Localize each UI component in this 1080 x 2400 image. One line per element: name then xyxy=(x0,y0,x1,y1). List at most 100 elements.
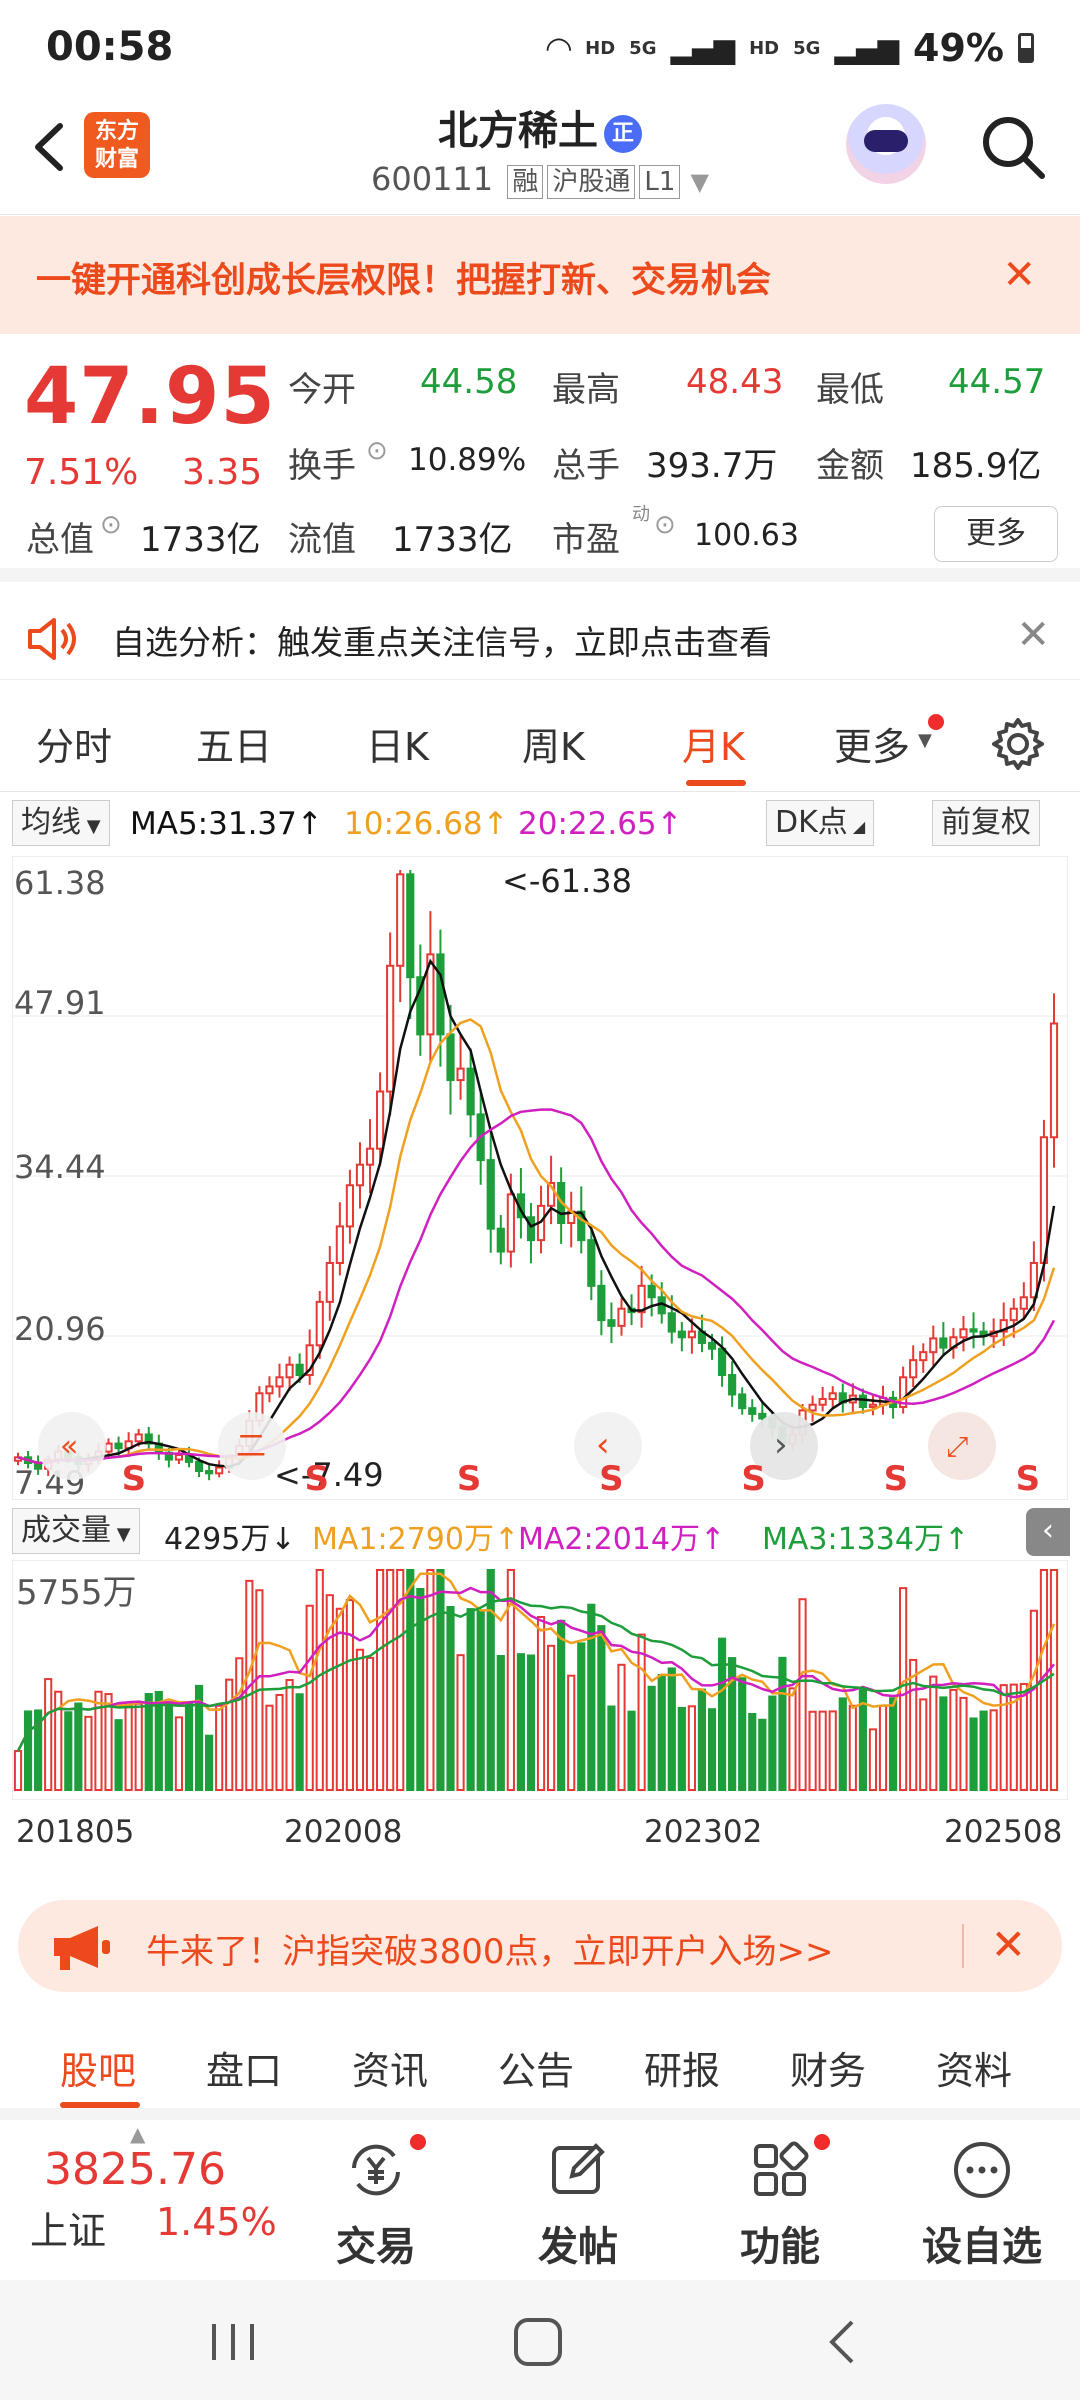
tab-five-day[interactable]: 五日 xyxy=(196,716,272,771)
home-icon[interactable] xyxy=(512,2316,564,2368)
turnover-value: 10.89% xyxy=(408,442,527,478)
function-button[interactable]: 功能 xyxy=(700,2130,860,2270)
add-watchlist-button[interactable]: 设自选 xyxy=(902,2130,1062,2270)
candle-body xyxy=(436,953,445,1036)
notification-dot xyxy=(928,714,944,730)
volume-bar xyxy=(697,1688,707,1792)
candle-body xyxy=(808,1403,817,1412)
index-up-icon: ▲ xyxy=(130,2122,146,2146)
dropdown-triangle-icon: ▼ xyxy=(690,168,710,196)
candle-body xyxy=(667,1312,676,1333)
function-label: 功能 xyxy=(740,2224,820,2270)
candle-body xyxy=(275,1376,284,1388)
adjust-button[interactable]: 前复权 xyxy=(932,800,1040,846)
zoom-out-icon: 二 xyxy=(236,1429,266,1464)
bull-banner[interactable]: 牛来了！沪指突破3800点，立即开户入场>> ✕ xyxy=(18,1900,1062,1992)
volume-bar xyxy=(949,1688,958,1791)
volume-bar xyxy=(748,1712,757,1791)
tab-more[interactable]: 更多 xyxy=(834,716,910,771)
collapse-panel-icon[interactable]: ‹ xyxy=(1026,1508,1070,1556)
promo-banner[interactable]: 一键开通科创成长层权限！把握打新、交易机会 ✕ xyxy=(0,216,1080,334)
volume-bar xyxy=(959,1696,968,1791)
5g-label-2: 5G xyxy=(793,37,821,59)
info-icon[interactable]: ⊙ xyxy=(366,436,388,466)
tag-connect: 沪股通 xyxy=(547,165,636,199)
ma10-value: 10:26.68↑ xyxy=(344,806,509,842)
volume-bar xyxy=(74,1702,83,1791)
volume-bar xyxy=(205,1734,214,1792)
volume-bar xyxy=(627,1710,636,1791)
candle-body xyxy=(687,1330,696,1339)
trade-button[interactable]: 交易 xyxy=(296,2130,456,2270)
volume-bar xyxy=(1019,1682,1028,1791)
volume-bar xyxy=(466,1608,475,1791)
hd-label-1: HD xyxy=(585,37,616,59)
settings-gear-icon[interactable] xyxy=(990,716,1046,772)
back-nav-icon[interactable] xyxy=(822,2318,862,2366)
volume-bar xyxy=(406,1569,415,1791)
volume-bar xyxy=(738,1677,747,1791)
candle-body xyxy=(858,1394,867,1409)
candle-body xyxy=(265,1385,274,1395)
volume-bar xyxy=(677,1706,686,1791)
volume-bar xyxy=(345,1599,355,1792)
info-icon[interactable]: ⊙ xyxy=(654,510,676,540)
candle-body xyxy=(396,873,405,967)
kline-chart[interactable]: 61.38 47.91 34.44 20.96 7.49 <-61.38 <-7… xyxy=(12,856,1068,1500)
recent-apps-icon[interactable] xyxy=(206,2320,260,2364)
signal-bar[interactable]: 自选分析：触发重点关注信号，立即点击查看 ✕ xyxy=(0,596,1080,680)
status-bar: 00:58 ◠ HD 5G ▂▄▆ HD 5G ▂▄▆ 49% xyxy=(0,0,1080,90)
next-icon: › xyxy=(774,1425,788,1465)
subtab-research[interactable]: 研报 xyxy=(644,2040,720,2095)
signal-icon-2: ▂▄▆ xyxy=(834,31,900,65)
dk-point-button[interactable]: DK点 ◢ xyxy=(766,800,875,846)
candle-body xyxy=(1009,1307,1018,1322)
volume-select[interactable]: 成交量 ▼ xyxy=(12,1508,140,1554)
volume-bar xyxy=(174,1716,184,1792)
volume-bar xyxy=(919,1698,928,1791)
tab-daily-k[interactable]: 日K xyxy=(366,716,429,771)
post-label: 发帖 xyxy=(538,2224,618,2270)
candle-body xyxy=(295,1363,304,1377)
signal-close-icon[interactable]: ✕ xyxy=(1016,612,1050,658)
subtab-news[interactable]: 资讯 xyxy=(352,2040,428,2095)
tab-weekly-k[interactable]: 周K xyxy=(522,716,585,771)
index-value[interactable]: 3825.76 xyxy=(44,2144,226,2195)
volume-ma1: MA1:2790万↑ xyxy=(312,1522,520,1557)
period-tabs: 分时 五日 日K 周K 月K 更多 ▼ xyxy=(0,692,1080,792)
sell-marker: S xyxy=(741,1459,766,1499)
tab-intraday[interactable]: 分时 xyxy=(36,716,112,771)
tab-monthly-k[interactable]: 月K xyxy=(682,716,745,771)
candle-body xyxy=(104,1442,113,1453)
volume-bar xyxy=(888,1697,898,1791)
volume-bar xyxy=(184,1703,194,1791)
subtab-profile[interactable]: 资料 xyxy=(936,2040,1012,2095)
ma-select[interactable]: 均线 ▼ xyxy=(12,800,110,846)
sell-marker: S xyxy=(122,1459,147,1499)
search-icon[interactable] xyxy=(978,112,1048,182)
mktcap-label: 总值 xyxy=(26,520,94,560)
max-price-label: <-61.38 xyxy=(502,862,632,900)
volume-bar xyxy=(808,1710,817,1791)
more-quote-button[interactable]: 更多 xyxy=(934,506,1058,562)
volume-bar xyxy=(275,1693,284,1791)
volume-bar xyxy=(134,1702,143,1791)
subtab-forum[interactable]: 股吧 xyxy=(60,2040,136,2095)
candle-body xyxy=(466,1067,475,1116)
float-label: 流值 xyxy=(288,520,356,560)
post-button[interactable]: 发帖 xyxy=(498,2130,658,2270)
edit-icon xyxy=(552,2143,605,2194)
volume-bar xyxy=(557,1619,566,1791)
ma-indicator-row: 均线 ▼ MA5:31.37↑ 10:26.68↑ 20:22.65↑ DK点 … xyxy=(0,798,1080,848)
assistant-robot-icon[interactable] xyxy=(846,104,926,184)
bull-close-icon[interactable]: ✕ xyxy=(991,1920,1026,1969)
subtab-announcement[interactable]: 公告 xyxy=(498,2040,574,2095)
wifi-icon: ◠ xyxy=(546,29,572,67)
info-icon[interactable]: ⊙ xyxy=(100,510,122,540)
volume-chart[interactable]: 5755万 xyxy=(12,1560,1068,1800)
volume-bar xyxy=(376,1569,385,1791)
subtab-finance[interactable]: 财务 xyxy=(790,2040,866,2095)
promo-close-icon[interactable]: ✕ xyxy=(1002,252,1036,298)
subtab-orderbook[interactable]: 盘口 xyxy=(206,2040,282,2095)
volume-bar xyxy=(446,1606,455,1792)
